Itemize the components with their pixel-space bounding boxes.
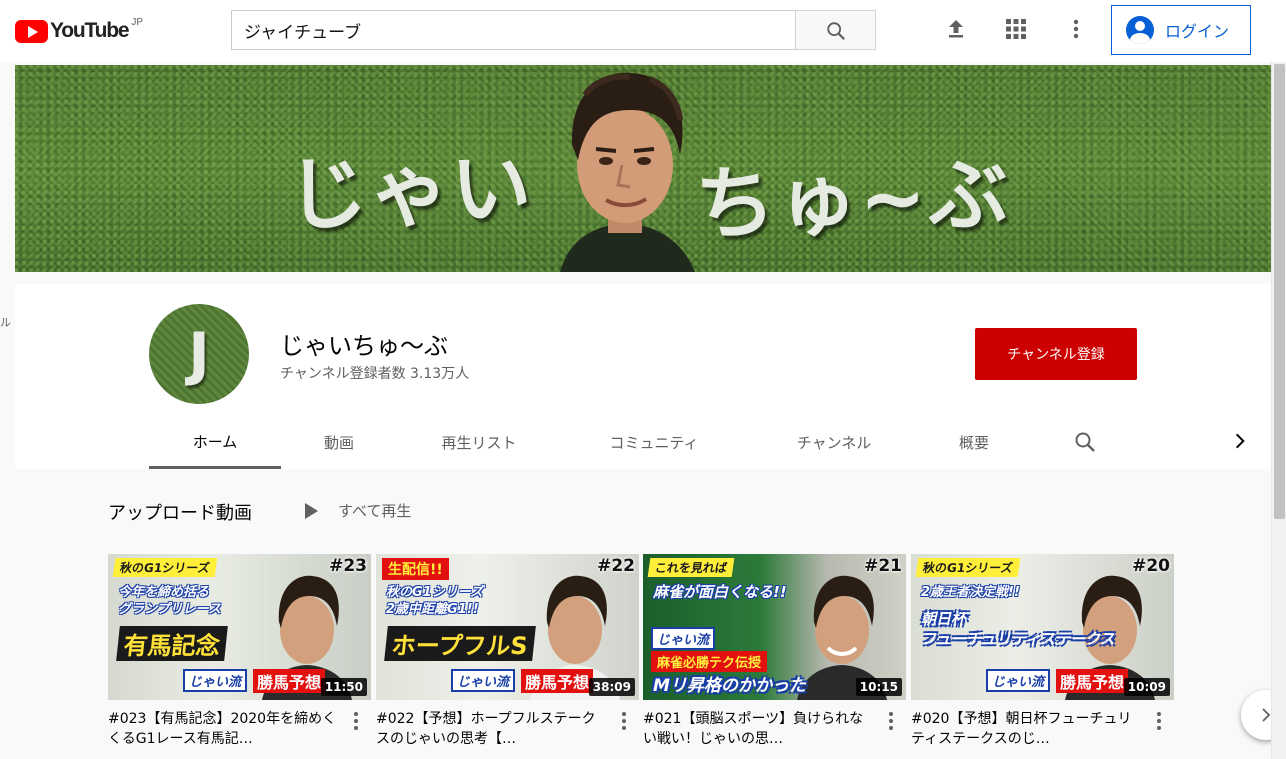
tab-channels[interactable]: チャンネル bbox=[774, 416, 894, 469]
thumb-tag: じゃい流 bbox=[183, 669, 248, 692]
thumb-episode-number: #22 bbox=[597, 556, 635, 576]
login-label: ログイン bbox=[1165, 22, 1230, 41]
more-vert-icon[interactable] bbox=[883, 710, 899, 734]
video-thumbnail[interactable]: 生配信!! #22 秋のG1シリーズ 2歳中距離G1!! ホープフルS じゃい流… bbox=[376, 554, 639, 700]
more-vert-icon[interactable] bbox=[1064, 17, 1088, 41]
play-icon bbox=[305, 502, 318, 519]
tab-home[interactable]: ホーム bbox=[149, 416, 281, 469]
page-scrollbar[interactable] bbox=[1271, 62, 1286, 759]
video-duration: 11:50 bbox=[320, 678, 367, 696]
subscribe-button[interactable]: チャンネル登録 bbox=[975, 328, 1137, 380]
banner-person-image bbox=[560, 72, 695, 272]
logo-text: YouTube bbox=[50, 19, 130, 42]
thumb-tag-red: 勝馬予想 bbox=[521, 669, 594, 693]
scrollbar-thumb[interactable] bbox=[1274, 64, 1285, 519]
thumb-episode-number: #21 bbox=[864, 556, 902, 576]
thumb-episode-number: #23 bbox=[329, 556, 367, 576]
thumb-main-text: 朝日杯 フューチュリティステークス bbox=[921, 610, 1115, 648]
channel-search-icon[interactable] bbox=[1073, 430, 1097, 458]
thumb-subtitle: 秋のG1シリーズ 2歳中距離G1!! bbox=[386, 585, 484, 617]
thumb-subtitle: 麻雀が面白くなる!! bbox=[653, 583, 787, 601]
thumb-subtitle: 今年を締め括る グランプリレース bbox=[118, 585, 221, 617]
video-thumbnail[interactable]: これを見れば #21 麻雀が面白くなる!! じゃい流 麻雀必勝テク伝授 Mリ昇格… bbox=[643, 554, 906, 700]
thumb-series-label: 秋のG1シリーズ bbox=[915, 558, 1020, 577]
login-button[interactable]: ログイン bbox=[1111, 5, 1251, 55]
video-title[interactable]: #022【予想】ホープフルステークスのじゃいの思考【… bbox=[376, 709, 608, 749]
video-title[interactable]: #023【有馬記念】2020年を締めくくるG1レース有馬記… bbox=[108, 709, 340, 749]
banner-text-left: じゃい bbox=[285, 140, 535, 243]
video-thumbnail[interactable]: 秋のG1シリーズ #20 2歳王者決定戦!! 朝日杯 フューチュリティステークス… bbox=[911, 554, 1174, 700]
channel-banner: じゃい ちゅ~ぶ bbox=[15, 65, 1271, 272]
video-card[interactable]: 秋のG1シリーズ #23 今年を締め括る グランプリレース 有馬記念 じゃい流 … bbox=[108, 554, 371, 747]
channel-content: アップロード動画 すべて再生 秋のG1シリーズ #23 今年を締め括る グランプ… bbox=[15, 469, 1286, 759]
search-button[interactable] bbox=[795, 10, 876, 50]
thumb-episode-number: #20 bbox=[1132, 556, 1170, 576]
thumb-tag-red: Mリ昇格のかかった bbox=[653, 676, 806, 696]
tab-about[interactable]: 概要 bbox=[939, 416, 1009, 469]
thumb-tag: じゃい流 bbox=[451, 669, 516, 692]
search-icon bbox=[827, 22, 846, 41]
upload-icon[interactable] bbox=[944, 17, 968, 41]
thumb-series-label: これを見れば bbox=[647, 558, 735, 577]
video-duration: 10:15 bbox=[855, 678, 902, 696]
youtube-channel-page: YouTube JP ジャイチューブ ログイン ル じゃい ちゅ~ぶ J じゃい… bbox=[0, 0, 1286, 759]
search-input[interactable]: ジャイチューブ bbox=[231, 10, 796, 50]
subscriber-count: チャンネル登録者数 3.13万人 bbox=[280, 366, 470, 382]
tab-videos[interactable]: 動画 bbox=[294, 416, 384, 469]
more-vert-icon[interactable] bbox=[1151, 710, 1167, 734]
video-title[interactable]: #020【予想】朝日杯フューチュリティステークスのじ… bbox=[911, 709, 1143, 749]
video-thumbnail[interactable]: 秋のG1シリーズ #23 今年を締め括る グランプリレース 有馬記念 じゃい流 … bbox=[108, 554, 371, 700]
masthead: YouTube JP ジャイチューブ ログイン bbox=[0, 0, 1286, 62]
video-card[interactable]: 秋のG1シリーズ #20 2歳王者決定戦!! 朝日杯 フューチュリティステークス… bbox=[911, 554, 1174, 747]
thumb-tag: じゃい流 bbox=[986, 669, 1051, 692]
tab-playlists[interactable]: 再生リスト bbox=[419, 416, 539, 469]
account-icon bbox=[1126, 16, 1154, 44]
logo-region: JP bbox=[131, 16, 143, 28]
video-duration: 38:09 bbox=[588, 678, 635, 696]
thumb-tag-red: 勝馬予想 bbox=[253, 669, 326, 693]
more-vert-icon[interactable] bbox=[348, 710, 364, 734]
video-title[interactable]: #021【頭脳スポーツ】負けられない戦い！じゃいの思… bbox=[643, 709, 875, 749]
chevron-right-icon[interactable] bbox=[1230, 431, 1250, 455]
thumb-tag-red: 勝馬予想 bbox=[1056, 669, 1129, 693]
thumb-subtitle: 2歳王者決定戦!! bbox=[921, 585, 1020, 600]
thumb-series-label: 秋のG1シリーズ bbox=[112, 558, 217, 577]
thumb-main-text: 有馬記念 bbox=[116, 626, 228, 661]
youtube-play-icon bbox=[15, 19, 48, 43]
apps-icon[interactable] bbox=[1004, 17, 1028, 41]
avatar-letter: J bbox=[188, 320, 210, 388]
youtube-logo[interactable]: YouTube JP bbox=[15, 16, 143, 43]
thumb-main-text: ホープフルS bbox=[384, 626, 536, 661]
tab-community[interactable]: コミュニティ bbox=[589, 416, 719, 469]
play-all-button[interactable]: すべて再生 bbox=[305, 500, 411, 521]
video-card[interactable]: 生配信!! #22 秋のG1シリーズ 2歳中距離G1!! ホープフルS じゃい流… bbox=[376, 554, 639, 747]
play-all-label: すべて再生 bbox=[338, 502, 412, 520]
channel-name: じゃいちゅ～ぶ bbox=[280, 332, 448, 360]
thumb-series-label: 生配信!! bbox=[382, 558, 449, 580]
section-title[interactable]: アップロード動画 bbox=[108, 499, 252, 525]
more-vert-icon[interactable] bbox=[616, 710, 632, 734]
video-card[interactable]: これを見れば #21 麻雀が面白くなる!! じゃい流 麻雀必勝テク伝授 Mリ昇格… bbox=[643, 554, 906, 747]
left-edge-text: ル bbox=[0, 316, 11, 329]
thumb-main-text: 麻雀必勝テク伝授 bbox=[651, 651, 768, 672]
channel-avatar[interactable]: J bbox=[149, 304, 249, 404]
banner-text-right: ちゅ~ぶ bbox=[693, 147, 1012, 252]
thumb-tag: じゃい流 bbox=[651, 627, 716, 650]
channel-header: J じゃいちゅ～ぶ チャンネル登録者数 3.13万人 チャンネル登録 ホーム 動… bbox=[15, 284, 1271, 469]
video-duration: 10:09 bbox=[1123, 678, 1170, 696]
